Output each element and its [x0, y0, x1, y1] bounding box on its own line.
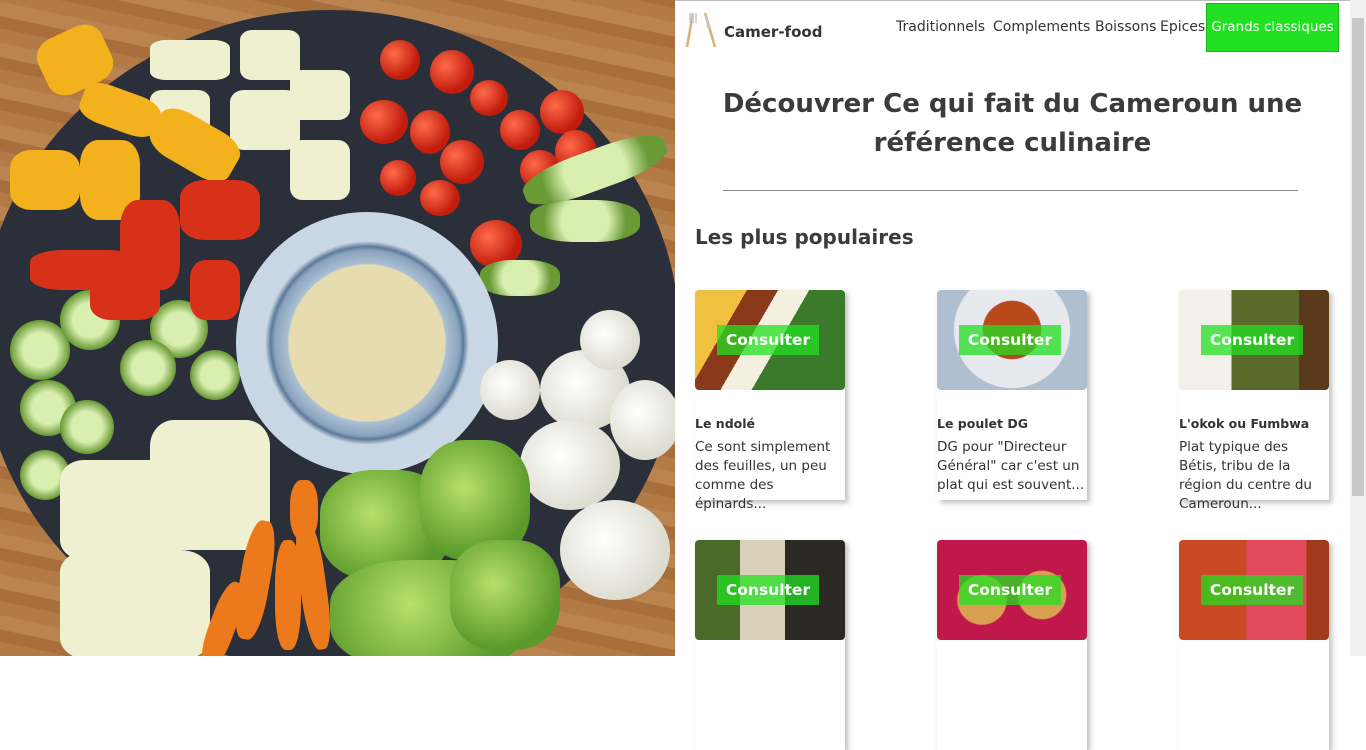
divider [723, 190, 1298, 191]
scrollbar-thumb[interactable] [1352, 18, 1364, 496]
consult-button[interactable]: Consulter [1201, 575, 1303, 605]
dish-title[interactable]: L'okok ou Fumbwa [1179, 416, 1309, 431]
section-title: Les plus populaires [695, 225, 914, 249]
consult-button[interactable]: Consulter [717, 325, 819, 355]
consult-button[interactable]: Consulter [959, 575, 1061, 605]
dish-card[interactable]: Consulter [937, 540, 1087, 750]
dish-card[interactable]: Consulter [695, 540, 845, 750]
nav-button-grands-classiques[interactable]: Grands classiques [1206, 3, 1339, 52]
consult-button[interactable]: Consulter [1201, 325, 1303, 355]
scrollbar[interactable] [1350, 0, 1366, 656]
content-page: Camer-food Traditionnels Complements Boi… [675, 0, 1350, 750]
hero-image [0, 0, 675, 656]
consult-button[interactable]: Consulter [959, 325, 1061, 355]
dish-description: Ce sont simplement des feuilles, un peu … [695, 439, 831, 512]
dish-card[interactable]: Consulter L'okok ou Fumbwa Plat typique … [1179, 290, 1329, 512]
dish-title[interactable]: Le poulet DG [937, 416, 1028, 431]
fork-knife-icon[interactable] [681, 11, 719, 49]
brand-name[interactable]: Camer-food [724, 23, 822, 41]
dish-title[interactable]: Le ndolé [695, 416, 755, 431]
dish-description: Plat typique des Bétis, tribu de la régi… [1179, 439, 1312, 512]
dish-card[interactable]: Consulter Le ndolé Ce sont simplement de… [695, 290, 845, 512]
nav-link-traditionnels[interactable]: Traditionnels [896, 19, 985, 35]
dish-description: DG pour "Directeur Général" car c'est un… [937, 439, 1085, 493]
dish-card[interactable]: Consulter [1179, 540, 1329, 750]
nav-link-boissons[interactable]: Boissons [1095, 19, 1156, 35]
navbar: Camer-food Traditionnels Complements Boi… [675, 1, 1350, 53]
nav-link-epices[interactable]: Epices [1160, 19, 1205, 35]
nav-link-complements[interactable]: Complements [993, 19, 1090, 35]
consult-button[interactable]: Consulter [717, 575, 819, 605]
page-title: Découvrer Ce qui fait du Cameroun une ré… [722, 89, 1303, 158]
dish-card[interactable]: Consulter Le poulet DG DG pour "Directeu… [937, 290, 1087, 500]
dip-bowl [236, 212, 498, 474]
